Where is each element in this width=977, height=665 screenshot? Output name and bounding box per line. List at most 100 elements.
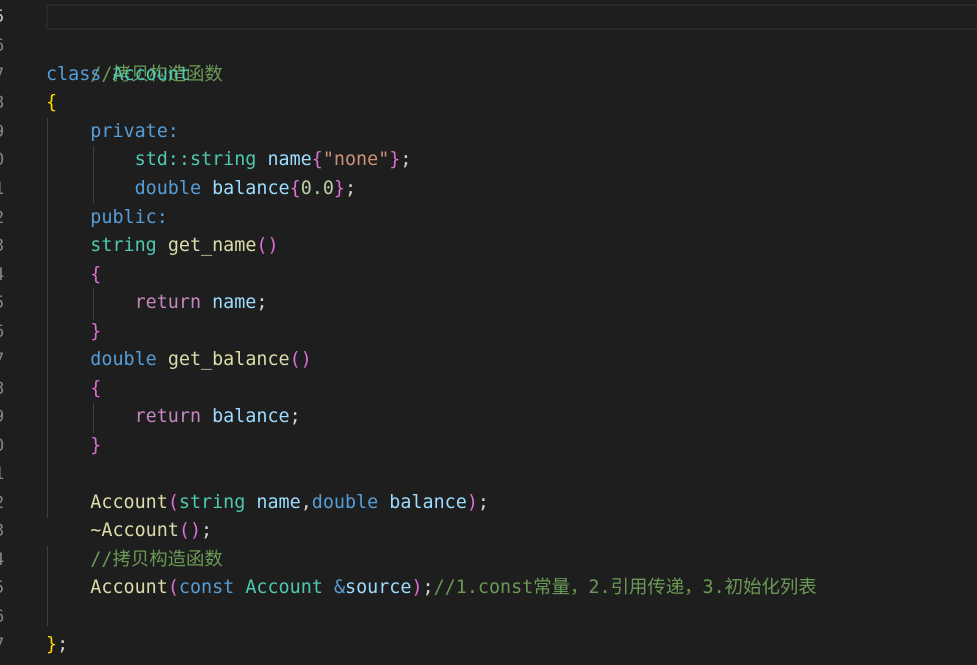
code-editor[interactable]: 5 6 7 8 9 0 1 2 3 4 5 6 7 8 9 0 1 2 3 4 … bbox=[0, 0, 977, 665]
semicolon: ; bbox=[422, 577, 434, 598]
parens: () bbox=[256, 235, 279, 256]
line-number: 1 bbox=[0, 175, 4, 204]
parens: () bbox=[289, 349, 312, 370]
function-name: ~Account bbox=[90, 520, 179, 541]
variable: balance bbox=[212, 406, 290, 427]
type: double bbox=[134, 178, 202, 199]
line-number: 6 bbox=[0, 318, 4, 347]
paren: ) bbox=[411, 577, 423, 598]
code-line[interactable]: } bbox=[46, 318, 101, 347]
line-number: 7 bbox=[0, 61, 4, 90]
line-number: 5 bbox=[0, 289, 4, 318]
brace: { bbox=[90, 378, 102, 399]
keyword: const bbox=[178, 577, 235, 598]
line-number: 4 bbox=[0, 546, 4, 575]
line-number: 1 bbox=[0, 460, 4, 489]
brace: { bbox=[311, 149, 323, 170]
brace: } bbox=[46, 634, 58, 655]
line-number: 9 bbox=[0, 403, 4, 432]
code-line[interactable]: double balance{0.0}; bbox=[46, 175, 356, 204]
line-number: 0 bbox=[0, 146, 4, 175]
number-literal: 0.0 bbox=[300, 178, 334, 199]
line-number: 9 bbox=[0, 118, 4, 147]
variable: name bbox=[212, 292, 257, 313]
parens: () bbox=[178, 520, 202, 541]
class-name: Account bbox=[112, 64, 190, 85]
line-number: 4 bbox=[0, 261, 4, 290]
brace: } bbox=[333, 178, 345, 199]
code-line[interactable]: }; bbox=[46, 631, 68, 660]
type: std::string bbox=[134, 149, 257, 170]
paren: ) bbox=[466, 492, 478, 513]
code-line[interactable]: Account(const Account &source);//1.const… bbox=[46, 574, 817, 603]
keyword: return bbox=[134, 406, 202, 427]
comment: //1.const常量，2.引用传递，3.初始化列表 bbox=[433, 577, 817, 598]
code-line[interactable]: class Account bbox=[46, 61, 190, 90]
code-line[interactable]: string get_name() bbox=[46, 232, 279, 261]
type: string bbox=[178, 492, 246, 513]
code-line[interactable]: } bbox=[46, 432, 101, 461]
line-number: 3 bbox=[0, 517, 4, 546]
keyword: class bbox=[46, 64, 102, 85]
code-line[interactable]: //拷贝构造函数 bbox=[46, 32, 223, 85]
function-name: get_name bbox=[167, 235, 257, 256]
current-line-highlight bbox=[46, 4, 977, 30]
line-number: 6 bbox=[0, 32, 4, 61]
type: double bbox=[311, 492, 379, 513]
code-line[interactable]: public: bbox=[46, 204, 168, 233]
line-number: 0 bbox=[0, 432, 4, 461]
paren: ( bbox=[167, 492, 179, 513]
function-name: Account bbox=[90, 492, 168, 513]
parameter: source bbox=[345, 577, 412, 598]
code-line[interactable]: private: bbox=[46, 118, 179, 147]
function-name: Account bbox=[90, 577, 168, 598]
line-number: 8 bbox=[0, 89, 4, 118]
code-line[interactable]: std::string name{"none"}; bbox=[46, 146, 412, 175]
semicolon: ; bbox=[289, 406, 301, 427]
semicolon: ; bbox=[201, 520, 213, 541]
comment: //拷贝构造函数 bbox=[90, 549, 223, 570]
code-line[interactable]: ~Account(); bbox=[46, 517, 212, 546]
paren: ( bbox=[167, 577, 179, 598]
variable: balance bbox=[212, 178, 290, 199]
code-line[interactable]: { bbox=[46, 375, 101, 404]
line-number: 5 bbox=[0, 3, 4, 32]
line-number: 8 bbox=[0, 375, 4, 404]
access-specifier: private: bbox=[90, 121, 179, 142]
semicolon: ; bbox=[400, 149, 412, 170]
function-name: get_balance bbox=[167, 349, 290, 370]
reference-operator: & bbox=[333, 577, 346, 598]
brace: } bbox=[90, 435, 102, 456]
access-specifier: public: bbox=[90, 207, 168, 228]
line-number: 6 bbox=[0, 603, 4, 632]
code-line[interactable]: //拷贝构造函数 bbox=[46, 546, 223, 575]
line-number-gutter: 5 6 7 8 9 0 1 2 3 4 5 6 7 8 9 0 1 2 3 4 … bbox=[0, 0, 14, 665]
type: string bbox=[90, 235, 157, 256]
brace: { bbox=[90, 264, 102, 285]
code-line[interactable]: double get_balance() bbox=[46, 346, 312, 375]
variable: name bbox=[267, 149, 312, 170]
brace: { bbox=[289, 178, 301, 199]
semicolon: ; bbox=[256, 292, 268, 313]
type: Account bbox=[245, 577, 323, 598]
code-line[interactable]: { bbox=[46, 261, 101, 290]
brace: } bbox=[90, 321, 102, 342]
semicolon: ; bbox=[57, 634, 69, 655]
string-literal: "none" bbox=[322, 149, 390, 170]
line-number: 7 bbox=[0, 631, 4, 660]
code-line[interactable]: return name; bbox=[46, 289, 268, 318]
type: double bbox=[90, 349, 157, 370]
line-number: 3 bbox=[0, 232, 4, 261]
semicolon: ; bbox=[477, 492, 489, 513]
semicolon: ; bbox=[344, 178, 357, 199]
parameter: name bbox=[256, 492, 301, 513]
code-line[interactable]: { bbox=[46, 89, 57, 118]
code-line[interactable]: return balance; bbox=[46, 403, 301, 432]
parameter: balance bbox=[389, 492, 467, 513]
line-number: 2 bbox=[0, 489, 4, 518]
line-number: 2 bbox=[0, 204, 4, 233]
line-number: 7 bbox=[0, 346, 4, 375]
comma: , bbox=[300, 492, 312, 513]
line-number: 5 bbox=[0, 574, 4, 603]
code-line[interactable]: Account(string name,double balance); bbox=[46, 489, 489, 518]
